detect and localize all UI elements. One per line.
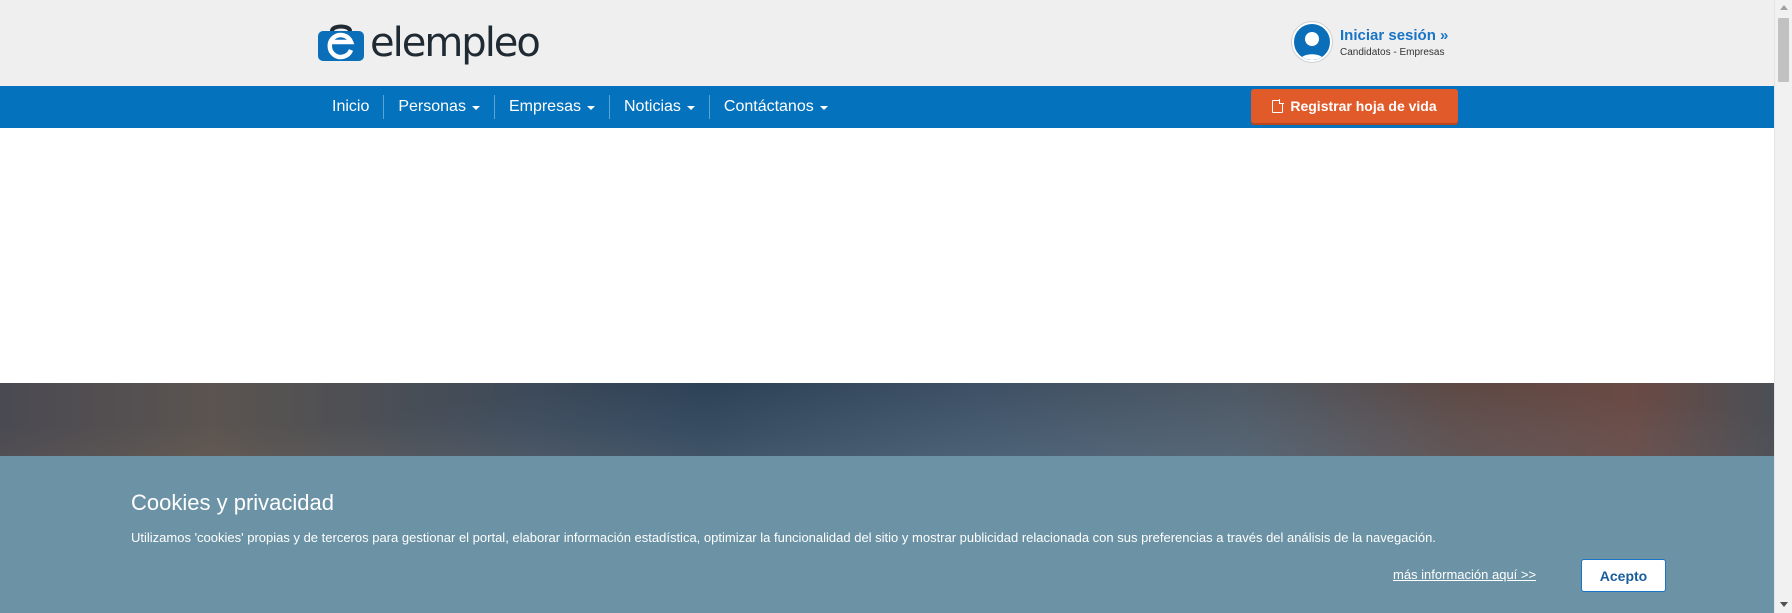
login-title-text: Iniciar sesión (1340, 26, 1436, 44)
scroll-down-arrow-icon[interactable] (1780, 602, 1788, 607)
register-cv-label: Registrar hoja de vida (1290, 98, 1437, 114)
nav-item-label: Contáctanos (723, 98, 814, 115)
cookie-text: Utilizamos 'cookies' propias y de tercer… (131, 530, 1436, 545)
vertical-scrollbar[interactable] (1774, 0, 1792, 613)
site-header: elempleo Iniciar sesión » Candidatos - E… (0, 0, 1774, 86)
main-nav-bar: Inicio Personas Empresas Noticias Contác… (0, 86, 1774, 128)
register-cv-button[interactable]: Registrar hoja de vida (1251, 89, 1458, 123)
nav-item-label: Personas (398, 98, 466, 115)
logo-mark-icon (318, 24, 364, 61)
nav-item-label: Empresas (508, 98, 581, 115)
nav-item-noticias[interactable]: Noticias (608, 95, 709, 119)
nav-item-inicio[interactable]: Inicio (318, 95, 383, 119)
nav-item-contactanos[interactable]: Contáctanos (708, 95, 842, 119)
caret-down-icon (686, 106, 695, 110)
cookie-title: Cookies y privacidad (131, 490, 334, 515)
caret-down-icon (586, 106, 595, 110)
document-icon (1272, 98, 1285, 113)
logo[interactable]: elempleo (318, 18, 541, 68)
logo-text: elempleo (370, 20, 541, 66)
nav-item-label: Inicio (332, 98, 370, 115)
nav-item-empresas[interactable]: Empresas (493, 95, 609, 119)
nav-item-personas[interactable]: Personas (383, 95, 494, 119)
nav-item-label: Noticias (623, 98, 681, 115)
caret-down-icon (819, 106, 828, 110)
scroll-up-arrow-icon[interactable] (1780, 5, 1788, 10)
user-avatar-icon (1292, 22, 1332, 62)
double-chevron-icon: » (1440, 26, 1449, 44)
main-nav: Inicio Personas Empresas Noticias Contác… (318, 86, 842, 128)
more-info-link[interactable]: más información aquí >> (1393, 567, 1536, 582)
caret-down-icon (471, 106, 480, 110)
scroll-thumb[interactable] (1778, 18, 1789, 82)
page: elempleo Iniciar sesión » Candidatos - E… (0, 0, 1774, 613)
cookie-banner: Cookies y privacidad Utilizamos 'cookies… (0, 456, 1774, 613)
login-title[interactable]: Iniciar sesión » (1340, 27, 1448, 44)
accept-cookies-button[interactable]: Acepto (1581, 559, 1666, 592)
login-link[interactable]: Iniciar sesión » Candidatos - Empresas (1292, 22, 1448, 62)
login-subtitle: Candidatos - Empresas (1340, 46, 1445, 58)
